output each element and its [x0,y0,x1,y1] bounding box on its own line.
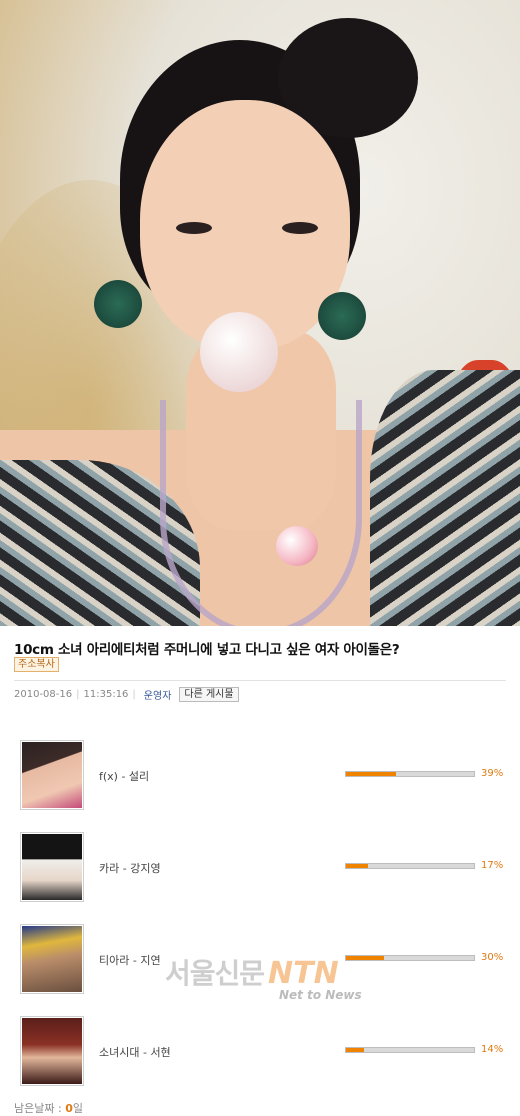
other-posts-button[interactable]: 다른 게시물 [179,687,239,702]
option-thumbnail [20,924,84,994]
article-title: 10cm 소녀 아리에티처럼 주머니에 넣고 다니고 싶은 여자 아이돌은? [14,642,400,658]
result-bar-fill [346,956,385,960]
remaining-value: 0 [65,1102,73,1115]
poll-option[interactable]: 카라 - 강지영 17% [0,832,520,906]
post-time: 11:35:16 [83,689,129,700]
option-percent: 30% [481,952,504,963]
photo-earring [318,292,366,340]
remaining-unit: 일 [72,1102,83,1115]
photo-gum-bubble [200,312,278,392]
option-thumbnail [20,740,84,810]
hero-photo [0,0,520,626]
meta-separator: | [76,689,80,700]
post-date: 2010-08-16 [14,689,73,700]
option-label: 티아라 - 지연 [99,954,161,967]
result-bar [345,955,475,961]
author-link[interactable]: 운영자 [144,687,172,702]
result-bar [345,771,475,777]
result-bar-fill [346,1048,364,1052]
poll-option[interactable]: 소녀시대 - 서현 14% [0,1016,520,1090]
option-percent: 14% [481,1044,504,1055]
photo-necklace [160,400,362,626]
result-bar-fill [346,864,368,868]
photo-earring [94,280,142,328]
option-thumbnail [20,1016,84,1086]
photo-eye [282,222,318,234]
option-percent: 17% [481,860,504,871]
option-percent: 39% [481,768,504,779]
poll-option[interactable]: f(x) - 설리 39% [0,740,520,814]
result-bar [345,1047,475,1053]
option-label: 소녀시대 - 서현 [99,1046,171,1059]
option-thumbnail [20,832,84,902]
article-meta: 2010-08-16 | 11:35:16 | 운영자 다른 게시물 [14,687,239,702]
divider [14,680,506,681]
photo-pendant [276,526,318,566]
remaining-label: 남은날짜 : [14,1102,62,1115]
photo-eye [176,222,212,234]
result-bar [345,863,475,869]
option-label: f(x) - 설리 [99,770,150,783]
result-bar-fill [346,772,396,776]
remaining-days: 남은날짜 : 0일 [14,1100,83,1116]
meta-separator: | [132,689,136,700]
photo-dress [370,370,520,626]
option-label: 카라 - 강지영 [99,862,161,875]
copy-link-button[interactable]: 주소복사 [14,657,59,672]
poll-option[interactable]: 티아라 - 지연 30% [0,924,520,998]
